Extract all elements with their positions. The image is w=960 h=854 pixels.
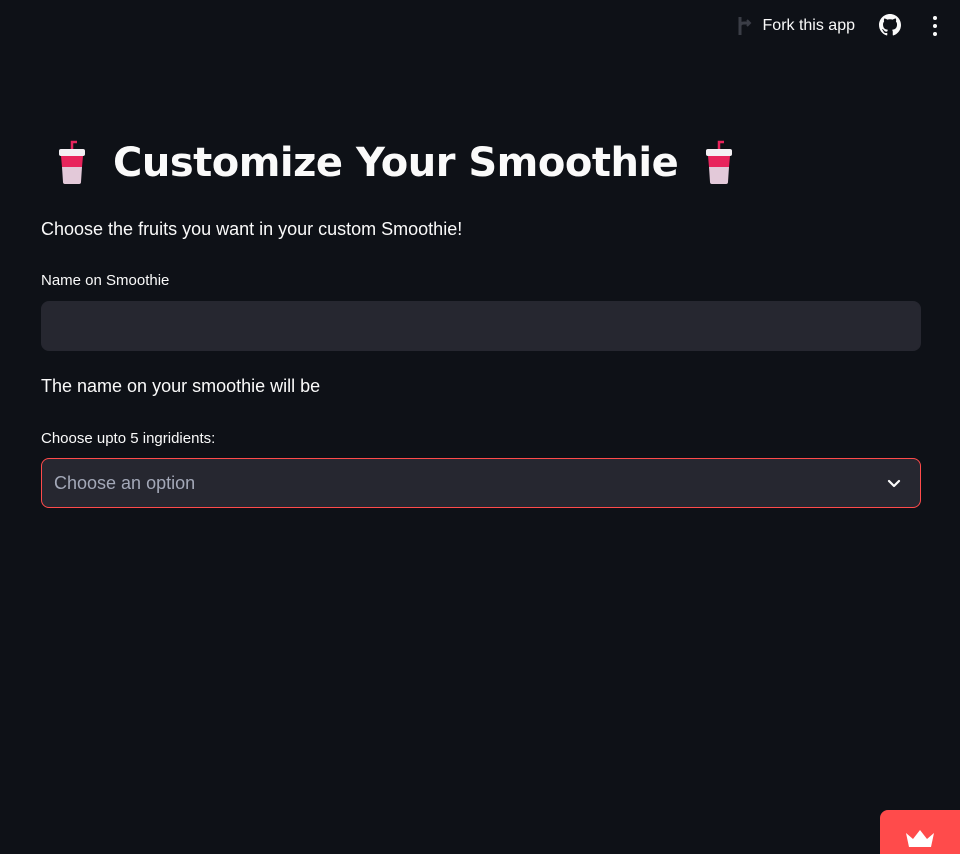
ingredients-multiselect[interactable]: Choose an option [41,458,921,508]
ingredients-placeholder: Choose an option [54,472,196,493]
streamlit-badge[interactable] [880,810,960,854]
name-field-label: Name on Smoothie [41,272,170,289]
cup-with-straw-icon [59,140,85,184]
streamlit-crown-icon [906,830,934,847]
menu-dot [933,24,937,28]
github-icon[interactable] [879,14,901,36]
page-subtitle: Choose the fruits you want in your custo… [41,219,463,239]
cup-with-straw-icon [706,140,733,184]
menu-dot [933,16,937,20]
ingredients-label: Choose upto 5 ingridients: [41,430,216,447]
smoothie-name-input[interactable] [41,301,921,351]
page-title: Customize Your Smoothie [113,140,679,186]
fork-app-label: Fork this app [762,17,855,34]
menu-dot [933,32,937,36]
more-vert-icon[interactable] [928,14,942,38]
fork-app-button[interactable]: Fork this app [735,14,855,38]
name-result-text: The name on your smoothie will be [41,376,321,396]
fork-icon [738,17,751,35]
page-title-row: Customize Your Smoothie [55,140,736,186]
chevron-down-icon[interactable] [886,475,902,491]
